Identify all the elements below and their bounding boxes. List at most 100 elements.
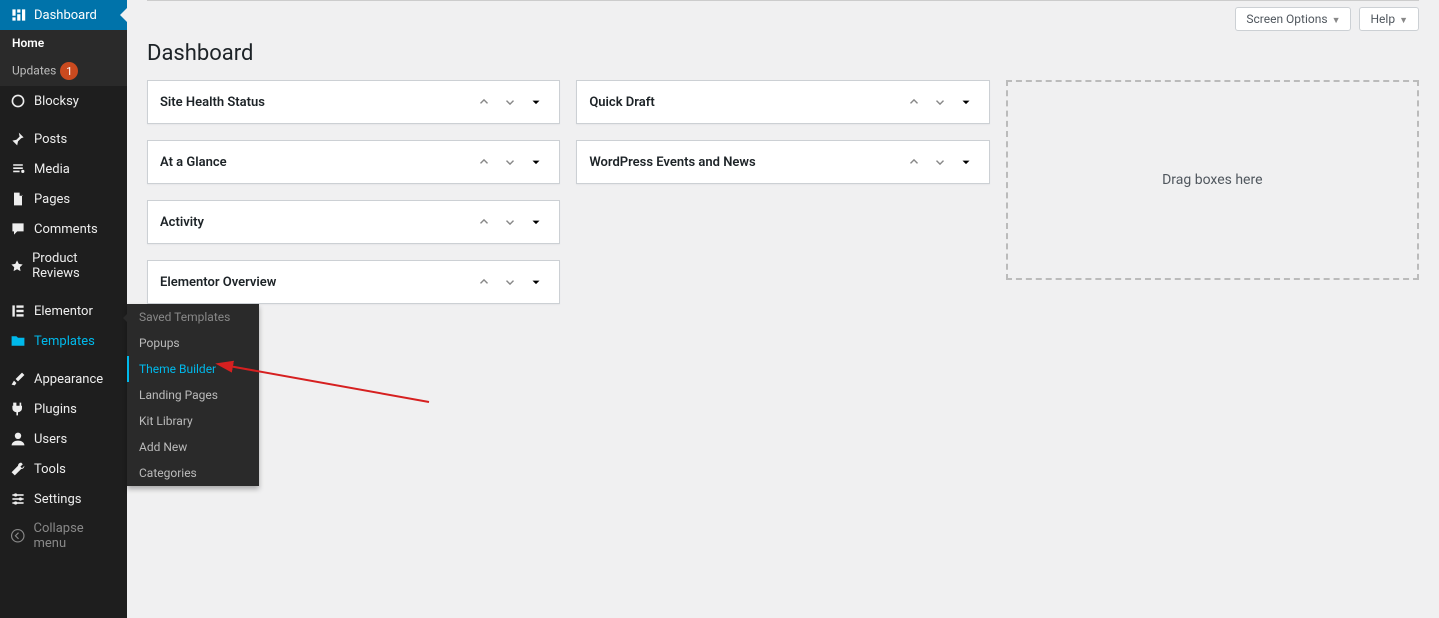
sidebar-item-label: Collapse menu — [34, 521, 117, 551]
sidebar-item-templates[interactable]: Templates — [0, 326, 127, 356]
postbox-site-health-status: Site Health Status — [147, 80, 560, 124]
postbox-header: WordPress Events and News — [577, 141, 988, 183]
sidebar-item-comments[interactable]: Comments — [0, 214, 127, 244]
page-title: Dashboard — [147, 41, 1419, 66]
postbox-controls — [903, 151, 977, 173]
sidebar-sub-item[interactable]: Updates1 — [0, 56, 127, 86]
user-icon — [10, 431, 26, 447]
postbox-controls — [903, 91, 977, 113]
sidebar-item-elementor[interactable]: Elementor — [0, 296, 127, 326]
sidebar-item-pages[interactable]: Pages — [0, 184, 127, 214]
main-content: Screen Options ▼ Help ▼ Dashboard Site Hea… — [127, 0, 1439, 618]
postbox-elementor-overview: Elementor Overview — [147, 260, 560, 304]
screen-options-button[interactable]: Screen Options ▼ — [1235, 7, 1351, 31]
sidebar-item-label: Users — [34, 432, 67, 447]
sidebar-item-label: Templates — [34, 334, 95, 349]
sidebar-item-label: Posts — [34, 132, 67, 147]
postbox-controls — [473, 211, 547, 233]
update-badge: 1 — [60, 62, 78, 80]
sidebar-item-posts[interactable]: Posts — [0, 124, 127, 154]
postbox-title: Activity — [160, 215, 204, 230]
toggle-button[interactable] — [955, 151, 977, 173]
postbox-at-a-glance: At a Glance — [147, 140, 560, 184]
move-up-button[interactable] — [903, 91, 925, 113]
move-up-button[interactable] — [473, 91, 495, 113]
dropdown-triangle-icon: ▼ — [1399, 16, 1408, 26]
collapse-icon — [10, 528, 26, 544]
folder-icon — [10, 333, 26, 349]
column-2: Quick Draft WordPress Events and News — [576, 80, 989, 304]
toggle-button[interactable] — [525, 271, 547, 293]
sidebar-item-label: Blocksy — [34, 94, 79, 109]
sidebar-item-blocksy[interactable]: Blocksy — [0, 86, 127, 116]
postbox-header: Site Health Status — [148, 81, 559, 123]
postbox-controls — [473, 91, 547, 113]
sidebar-sub-item[interactable]: Home — [0, 30, 127, 56]
sidebar-item-dashboard[interactable]: Dashboard — [0, 0, 127, 30]
sidebar-item-plugins[interactable]: Plugins — [0, 394, 127, 424]
move-down-button[interactable] — [499, 271, 521, 293]
sidebar-item-label: Settings — [34, 492, 81, 507]
sidebar-item-label: Comments — [34, 222, 98, 237]
pin-icon — [10, 131, 26, 147]
postbox-wordpress-events-and-news: WordPress Events and News — [576, 140, 989, 184]
sidebar-item-label: Product Reviews — [32, 251, 117, 281]
sidebar-item-label: Dashboard — [34, 8, 97, 23]
help-button[interactable]: Help ▼ — [1359, 7, 1419, 31]
sidebar-item-label: Media — [34, 162, 70, 177]
column-1: Site Health Status At a Glance Activity Ele… — [147, 80, 560, 304]
blocksy-icon — [10, 93, 26, 109]
postbox-controls — [473, 151, 547, 173]
toggle-button[interactable] — [525, 211, 547, 233]
sidebar-item-users[interactable]: Users — [0, 424, 127, 454]
move-down-button[interactable] — [499, 211, 521, 233]
settings-icon — [10, 491, 26, 507]
toggle-button[interactable] — [955, 91, 977, 113]
move-down-button[interactable] — [499, 91, 521, 113]
sidebar-item-settings[interactable]: Settings — [0, 484, 127, 514]
move-up-button[interactable] — [473, 211, 495, 233]
admin-sidebar: Dashboard HomeUpdates1 Blocksy Posts Media Pa… — [0, 0, 127, 618]
postbox-header: At a Glance — [148, 141, 559, 183]
dashboard-columns: Site Health Status At a Glance Activity Ele… — [147, 80, 1419, 304]
sidebar-item-collapse-menu[interactable]: Collapse menu — [0, 514, 127, 558]
postbox-header: Elementor Overview — [148, 261, 559, 303]
sidebar-item-product-reviews[interactable]: Product Reviews — [0, 244, 127, 288]
postbox-title: Quick Draft — [589, 95, 654, 110]
dropdown-triangle-icon: ▼ — [1332, 16, 1341, 26]
media-icon — [10, 161, 26, 177]
brush-icon — [10, 371, 26, 387]
postbox-title: Elementor Overview — [160, 275, 276, 290]
sidebar-item-label: Plugins — [34, 402, 77, 417]
sidebar-item-media[interactable]: Media — [0, 154, 127, 184]
drop-zone[interactable]: Drag boxes here — [1006, 80, 1419, 280]
sidebar-item-label: Tools — [34, 462, 66, 477]
screen-options-label: Screen Options — [1246, 12, 1327, 26]
postbox-header: Quick Draft — [577, 81, 988, 123]
page-icon — [10, 191, 26, 207]
move-down-button[interactable] — [929, 151, 951, 173]
column-3: Drag boxes here — [1006, 80, 1419, 304]
sidebar-item-tools[interactable]: Tools — [0, 454, 127, 484]
sidebar-item-appearance[interactable]: Appearance — [0, 364, 127, 394]
elementor-icon — [10, 303, 26, 319]
postbox-header: Activity — [148, 201, 559, 243]
dashboard-icon — [10, 7, 26, 23]
wrench-icon — [10, 461, 26, 477]
postbox-title: At a Glance — [160, 155, 227, 170]
sidebar-item-label: Pages — [34, 192, 70, 207]
help-label: Help — [1370, 12, 1395, 26]
move-down-button[interactable] — [499, 151, 521, 173]
postbox-title: WordPress Events and News — [589, 155, 755, 170]
toggle-button[interactable] — [525, 151, 547, 173]
move-up-button[interactable] — [473, 151, 495, 173]
comment-icon — [10, 221, 26, 237]
move-up-button[interactable] — [903, 151, 925, 173]
postbox-title: Site Health Status — [160, 95, 265, 110]
move-down-button[interactable] — [929, 91, 951, 113]
move-up-button[interactable] — [473, 271, 495, 293]
postbox-quick-draft: Quick Draft — [576, 80, 989, 124]
star-icon — [10, 258, 24, 274]
plug-icon — [10, 401, 26, 417]
toggle-button[interactable] — [525, 91, 547, 113]
